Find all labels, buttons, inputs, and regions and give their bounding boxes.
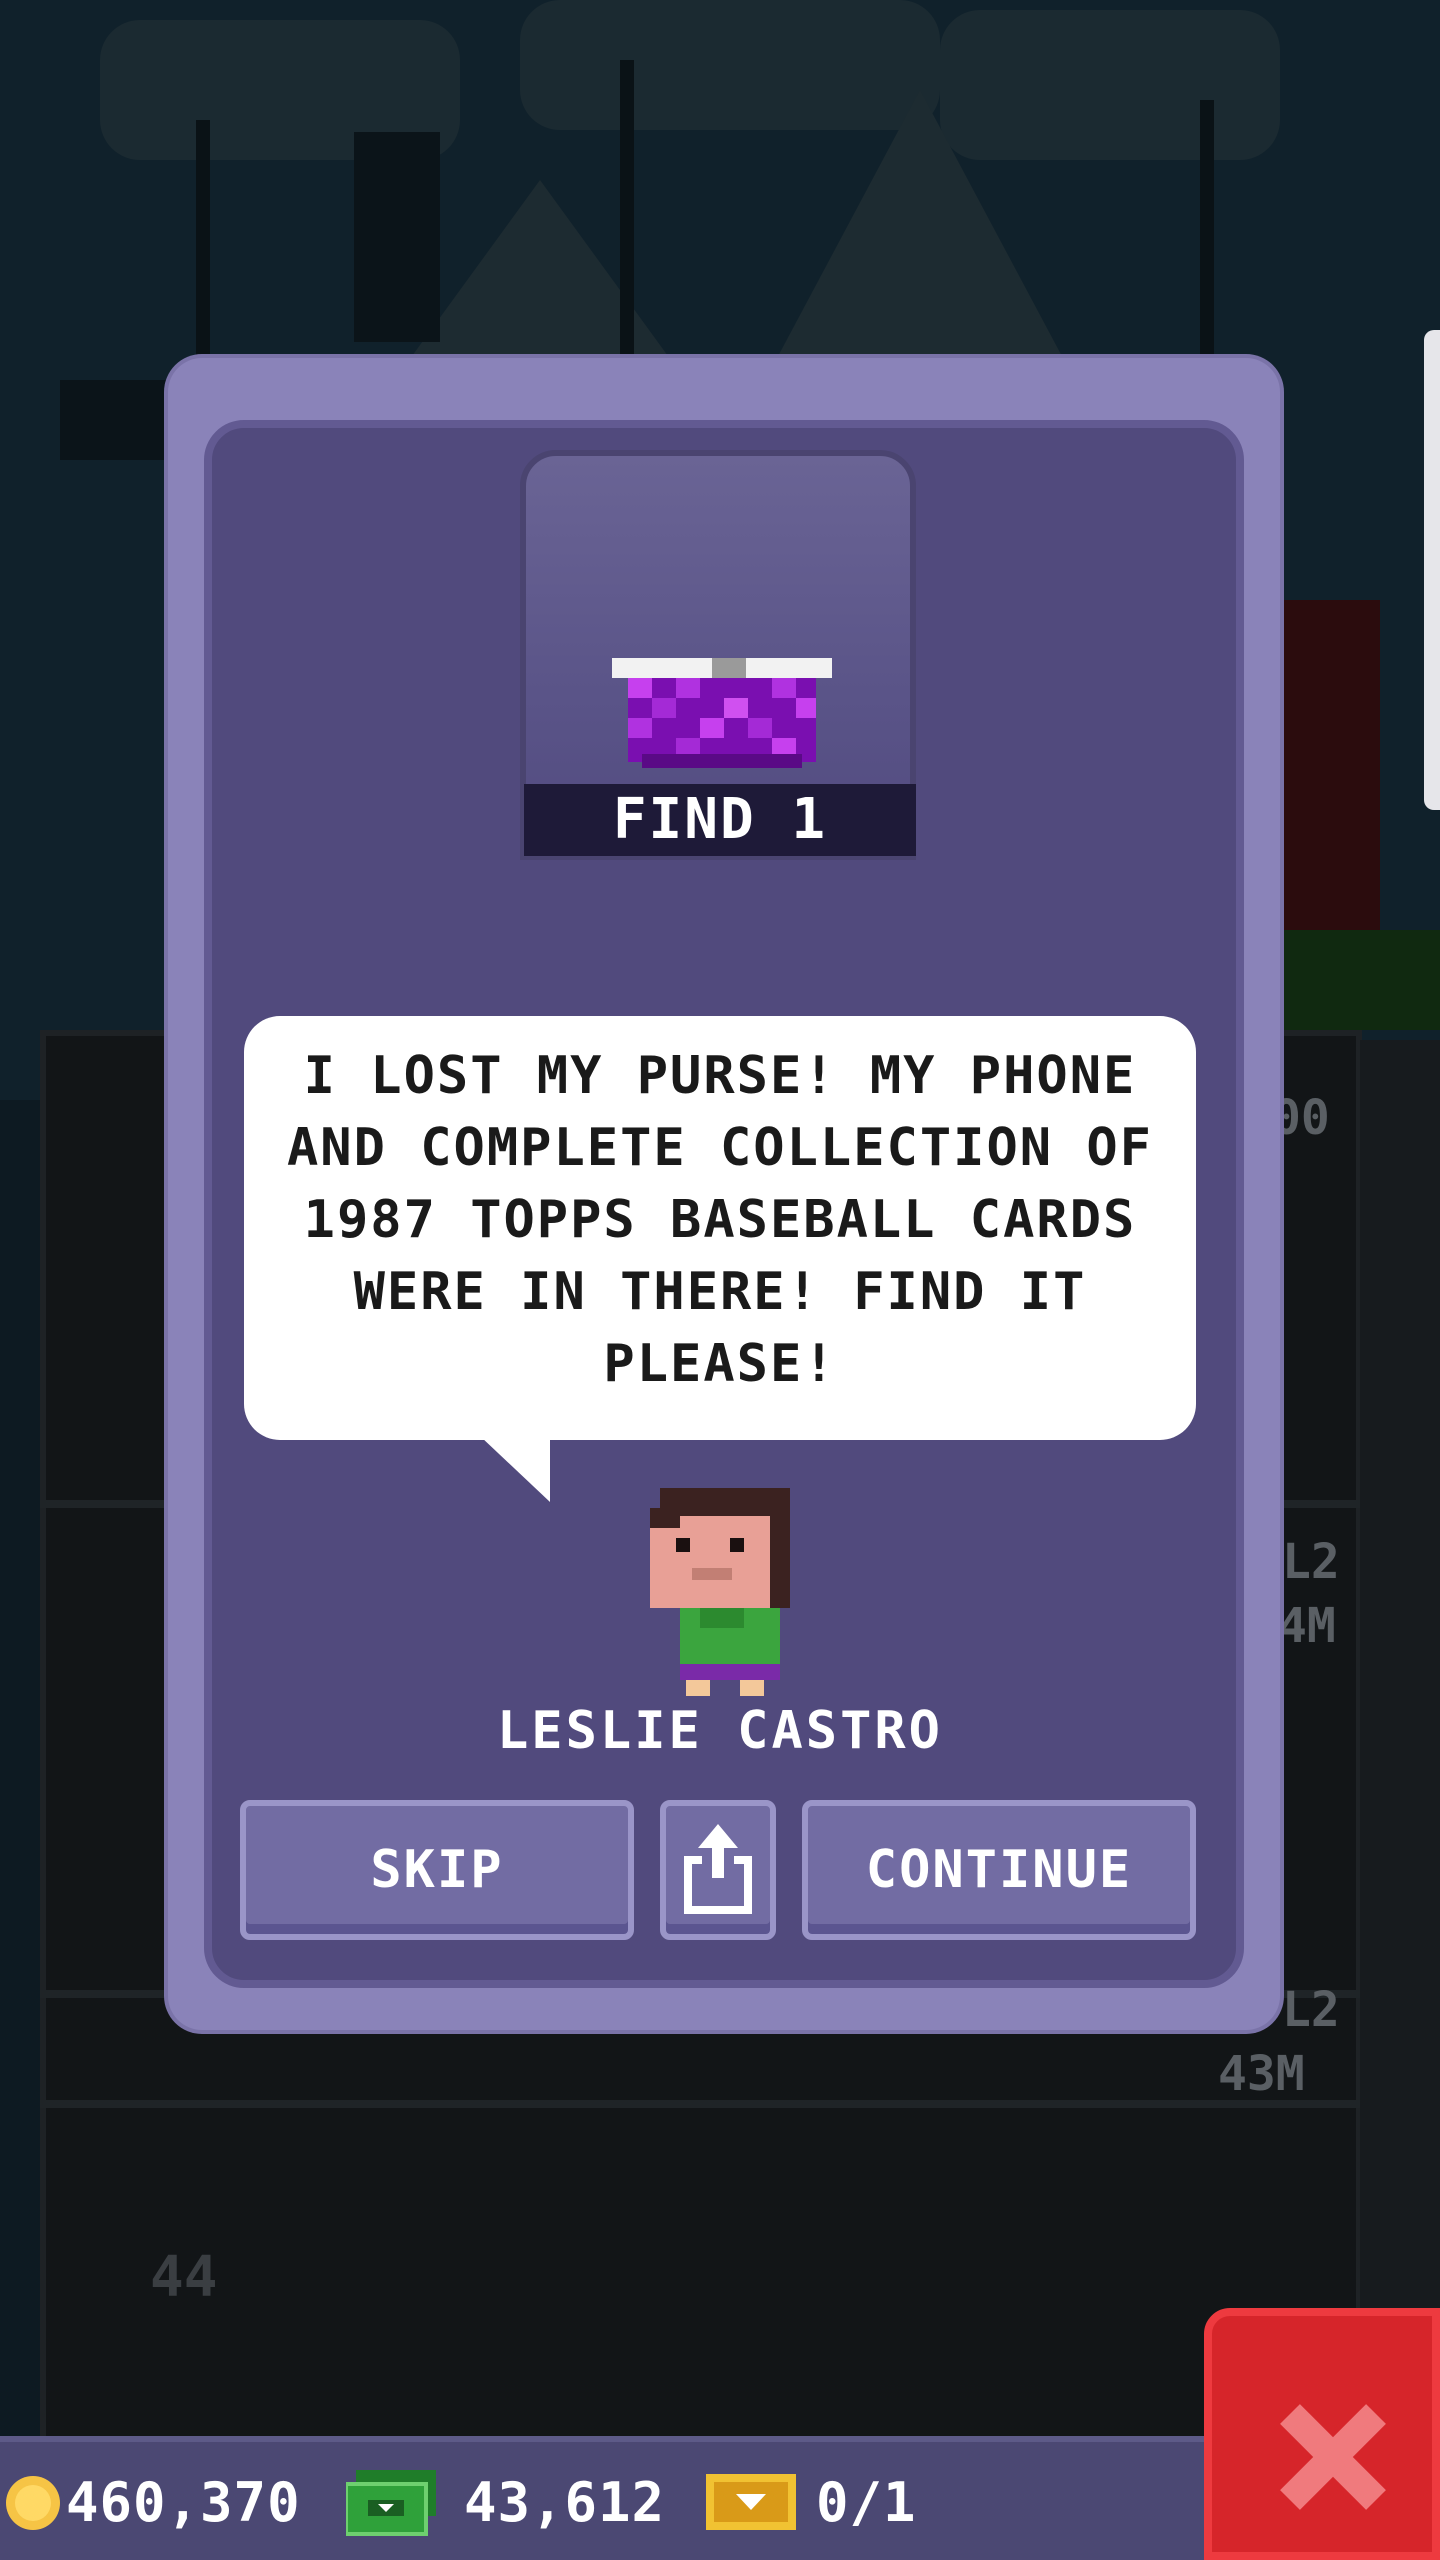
floor-tag: L2 <box>1282 1534 1340 1590</box>
coin-count: 460,370 <box>66 2471 301 2534</box>
bux-count: 43,612 <box>464 2471 666 2534</box>
floodlight <box>354 132 440 342</box>
purse-icon <box>612 658 832 768</box>
continue-button[interactable]: CONTINUE <box>802 1800 1196 1940</box>
skip-button[interactable]: SKIP <box>240 1800 634 1940</box>
close-button[interactable] <box>1204 2308 1440 2560</box>
light-pole <box>1200 100 1214 360</box>
floor-divider <box>40 2100 1360 2108</box>
ticket-icon <box>706 2474 796 2530</box>
floor-tag: L2 <box>1282 1982 1340 2038</box>
close-icon <box>1280 2404 1386 2510</box>
mission-message: I LOST MY PURSE! MY PHONE AND COMPLETE C… <box>287 1046 1153 1394</box>
floor-number: 44 <box>150 2245 218 2310</box>
character-name: LESLIE CASTRO <box>497 1701 943 1761</box>
share-button[interactable] <box>660 1800 776 1940</box>
share-icon <box>684 1824 752 1914</box>
resident-avatar <box>650 1488 790 1696</box>
bux-icon <box>346 2470 436 2536</box>
light-pole <box>620 60 634 360</box>
coin-icon <box>6 2476 60 2530</box>
speech-bubble-tail <box>480 1436 550 1502</box>
mountain <box>760 90 1080 390</box>
grass <box>1260 930 1440 1030</box>
sidebar-tab[interactable] <box>1424 330 1440 810</box>
ticket-count: 0/1 <box>816 2471 917 2534</box>
floor-tag: 4M <box>1278 1598 1336 1654</box>
floor-tag: 00 <box>1272 1090 1330 1146</box>
side-panel <box>1360 1040 1440 2440</box>
continue-button-label: CONTINUE <box>865 1840 1133 1900</box>
skip-button-label: SKIP <box>370 1840 504 1900</box>
find-count-label: FIND 1 <box>524 784 916 856</box>
floor-tag: 43M <box>1218 2046 1305 2102</box>
